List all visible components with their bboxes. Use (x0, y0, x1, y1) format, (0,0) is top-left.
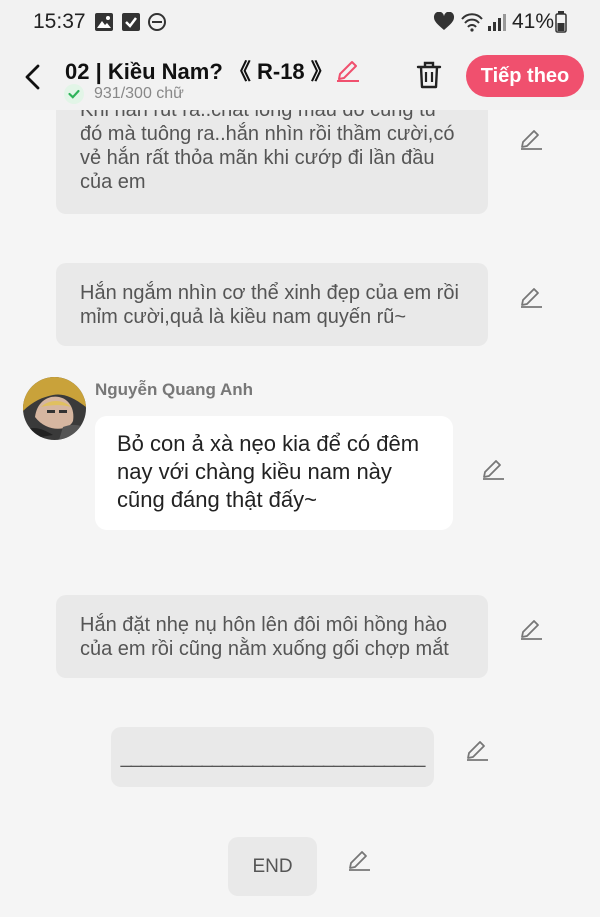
end-bubble[interactable]: END (228, 837, 317, 896)
battery-percent: 41% (512, 10, 555, 33)
speaker-name: Nguyễn Quang Anh (95, 380, 254, 399)
narration-line: Hắn đặt nhẹ nụ hôn lên đôi môi hồng hào (80, 614, 447, 636)
checkbox-icon (122, 13, 140, 31)
do-not-disturb-icon (148, 13, 166, 31)
trash-icon[interactable] (414, 59, 444, 91)
narration-line: của em (80, 171, 146, 193)
narration-bubble[interactable]: Hắn ngắm nhìn cơ thể xinh đẹp của em rồi… (56, 263, 488, 346)
chapter-title: 02 | Kiều Nam? 《 R-18 》 (65, 59, 333, 84)
divider-bubble[interactable]: ______________________________ (111, 727, 434, 787)
edit-icon[interactable] (464, 735, 490, 761)
next-button[interactable]: Tiếp theo (466, 55, 584, 97)
narration-line: vẻ hắn rất thỏa mãn khi cướp đi lần đầu (80, 147, 435, 169)
image-icon (95, 13, 113, 31)
story-content[interactable]: Khi hắn rút ra..chất lỏng màu đỏ cũng từ… (0, 110, 600, 917)
dialogue-line: Bỏ con ả xà nẹo kia để có đêm (117, 431, 420, 456)
dialogue-line: cũng đáng thật đấy~ (117, 487, 317, 512)
narration-line: Hắn ngắm nhìn cơ thể xinh đẹp của em rồi (80, 282, 459, 304)
narration-line: mỉm cười,quả là kiều nam quyến rũ~ (80, 306, 407, 328)
edit-icon[interactable] (518, 614, 544, 640)
narration-line: đó mà tuông ra..hắn nhìn rồi thầm cười,c… (80, 123, 455, 145)
edit-icon[interactable] (518, 124, 544, 150)
battery-icon (555, 11, 567, 33)
word-count: 931/300 chữ (94, 85, 184, 102)
status-time: 15:37 (33, 10, 86, 33)
signal-icon (488, 14, 506, 31)
edit-title-icon[interactable] (334, 54, 362, 82)
check-icon (64, 84, 84, 104)
heart-icon (433, 12, 455, 30)
dialogue-bubble[interactable]: Bỏ con ả xà nẹo kia để có đêm nay với ch… (95, 416, 453, 530)
edit-icon[interactable] (480, 454, 506, 480)
status-bar: 15:37 41% (0, 0, 600, 44)
edit-icon[interactable] (346, 845, 372, 871)
wifi-icon (461, 13, 483, 32)
edit-icon[interactable] (518, 282, 544, 308)
avatar[interactable] (23, 377, 86, 440)
narration-line: của em rồi cũng nằm xuống gối chợp mắt (80, 638, 449, 660)
narration-line: Khi hắn rút ra..chất lỏng màu đỏ cũng từ (80, 110, 439, 121)
narration-bubble[interactable]: Khi hắn rút ra..chất lỏng màu đỏ cũng từ… (56, 110, 488, 214)
narration-bubble[interactable]: Hắn đặt nhẹ nụ hôn lên đôi môi hồng hào … (56, 595, 488, 678)
dialogue-line: nay với chàng kiều nam này (117, 459, 392, 484)
divider-line: ______________________________ (120, 746, 426, 768)
top-app-bar: 02 | Kiều Nam? 《 R-18 》 931/300 chữ Tiếp… (0, 44, 600, 110)
back-icon[interactable] (18, 60, 48, 94)
